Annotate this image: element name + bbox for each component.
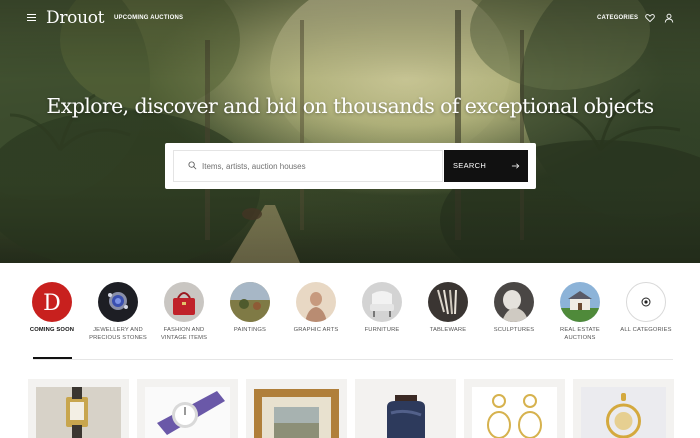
search-button-label: SEARCH xyxy=(453,161,487,170)
hamburger-menu-icon[interactable] xyxy=(27,14,36,23)
category-label: SCULPTURES xyxy=(493,327,535,333)
arrow-right-icon xyxy=(511,163,520,169)
user-account-icon[interactable] xyxy=(664,13,674,23)
hero-headline: Explore, discover and bid on thousands o… xyxy=(46,94,654,118)
category-label: JEWELLERY AND PRECIOUS STONES xyxy=(89,327,147,341)
drawing-photo-icon xyxy=(296,282,336,322)
category-label: TABLEWARE xyxy=(429,327,467,333)
lot-card[interactable] xyxy=(28,379,129,438)
hero-overlay xyxy=(0,0,700,263)
top-navigation: Drouot UPCOMING AUCTIONS CATEGORIES xyxy=(0,0,700,38)
lot-card[interactable] xyxy=(246,379,347,438)
lot-card[interactable] xyxy=(355,379,456,438)
upcoming-auctions-link[interactable]: UPCOMING AUCTIONS xyxy=(114,15,183,21)
pendant-photo xyxy=(581,387,666,438)
category-divider xyxy=(33,359,673,360)
armchair-photo-icon xyxy=(362,282,402,322)
drouot-logo[interactable]: Drouot xyxy=(46,8,105,28)
categories-link[interactable]: CATEGORIES xyxy=(597,15,638,21)
search-field-wrapper xyxy=(173,150,443,182)
search-panel: SEARCH xyxy=(165,143,536,189)
category-label: FASHION AND VINTAGE ITEMS xyxy=(160,327,208,341)
search-button[interactable]: SEARCH xyxy=(444,150,528,182)
target-icon xyxy=(626,282,666,322)
earrings-photo xyxy=(472,387,557,438)
heart-icon[interactable] xyxy=(645,13,655,23)
category-label: REAL ESTATE AUCTIONS xyxy=(560,327,600,341)
wristwatch-photo xyxy=(145,387,230,438)
category-label: GRAPHIC ARTS xyxy=(293,327,339,333)
svg-text:D: D xyxy=(43,291,61,316)
vase-photo xyxy=(387,395,425,438)
handbag-photo-icon xyxy=(164,282,204,322)
category-label: ALL CATEGORIES xyxy=(620,327,672,333)
lot-card[interactable] xyxy=(464,379,565,438)
lot-card[interactable] xyxy=(137,379,238,438)
sculpture-photo-icon xyxy=(494,282,534,322)
jewellery-photo-icon xyxy=(98,282,138,322)
house-photo-icon xyxy=(560,282,600,322)
framed-painting-photo xyxy=(254,389,339,438)
category-label: FURNITURE xyxy=(364,327,400,333)
search-icon xyxy=(188,161,197,170)
category-label: PAINTINGS xyxy=(233,327,267,333)
lot-cards-row xyxy=(0,379,700,438)
cutlery-photo-icon xyxy=(428,282,468,322)
watch-photo xyxy=(36,387,121,438)
search-input[interactable] xyxy=(202,151,440,181)
hero-banner xyxy=(0,0,700,263)
category-carousel: D COMING SOON JEWELLERY AND PRECIOUS STO… xyxy=(0,280,700,360)
drouot-d-logo-icon: D xyxy=(32,282,72,322)
category-label: COMING SOON xyxy=(29,327,75,333)
lot-card[interactable] xyxy=(573,379,674,438)
painting-photo-icon xyxy=(230,282,270,322)
